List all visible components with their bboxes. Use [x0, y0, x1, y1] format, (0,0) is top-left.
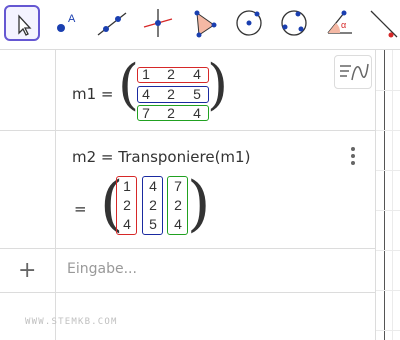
- circle-three-points-tool-icon: [281, 10, 307, 36]
- m2-cell: 4: [123, 216, 131, 232]
- line-tool-button[interactable]: [94, 5, 130, 41]
- algebra-input-field[interactable]: Eingabe...: [67, 261, 137, 277]
- algebra-input-row[interactable]: + Eingabe...: [0, 249, 375, 293]
- style-bar-toggle-button[interactable]: [334, 55, 372, 89]
- graphics-gridline: [392, 50, 393, 340]
- perpendicular-line-tool-icon: [143, 9, 173, 37]
- more-options-icon[interactable]: [351, 147, 355, 165]
- graphics-view[interactable]: [375, 50, 400, 340]
- graphics-gridline: [376, 250, 400, 251]
- m2-definition: m2 = Transponiere(m1): [72, 148, 251, 166]
- m1-cell: 4: [142, 86, 150, 102]
- graphics-gridline: [376, 210, 400, 211]
- add-icon[interactable]: +: [18, 258, 36, 283]
- algebra-row-m2[interactable]: m2 = Transponiere(m1) = ( ) 1 4 7 2 2 2 …: [0, 131, 375, 249]
- m2-cell: 5: [149, 216, 157, 232]
- m1-cell: 4: [193, 105, 201, 121]
- circle-center-point-tool-button[interactable]: [231, 5, 267, 41]
- m1-label: m1 =: [72, 85, 114, 103]
- m1-cell: 4: [193, 66, 201, 82]
- toolbar: A α: [0, 0, 400, 50]
- angle-alpha-label: α: [341, 20, 346, 30]
- watermark: WWW.STEMKB.COM: [25, 317, 118, 327]
- angle-tool-button[interactable]: α: [322, 5, 358, 41]
- line-tool-icon: [97, 12, 127, 36]
- m1-left-paren: (: [118, 53, 140, 116]
- m1-cell: 2: [167, 86, 175, 102]
- m1-cell: 7: [142, 105, 150, 121]
- algebra-row-m1[interactable]: m1 = ( ) 1 2 4 4 2 5 7 2 4: [0, 50, 375, 131]
- m2-right-paren: ): [187, 169, 211, 239]
- graphics-axis: [384, 50, 385, 340]
- polygon-tool-button[interactable]: [186, 5, 222, 41]
- circle-three-points-tool-button[interactable]: [276, 5, 312, 41]
- m1-cell: 1: [142, 66, 150, 82]
- graphics-gridline: [376, 290, 400, 291]
- point-tool-icon: A: [57, 13, 76, 32]
- graphics-gridline: [376, 330, 400, 331]
- algebra-view: m1 = ( ) 1 2 4 4 2 5 7 2 4 m2 = Transpon…: [0, 50, 375, 340]
- m2-cell: 4: [174, 216, 182, 232]
- m2-cell: 2: [123, 197, 131, 213]
- reflect-tool-button[interactable]: [367, 5, 400, 41]
- move-tool-button[interactable]: [4, 5, 40, 41]
- algebra-style-bar-icon: [340, 63, 369, 81]
- point-label-text: A: [68, 13, 76, 25]
- m2-cell: 7: [174, 178, 182, 194]
- reflect-tool-icon: [370, 10, 398, 38]
- graphics-gridline: [376, 130, 400, 131]
- m2-cell: 1: [123, 178, 131, 194]
- circle-center-point-tool-icon: [236, 10, 262, 36]
- m1-right-paren: ): [207, 53, 229, 116]
- point-tool-button[interactable]: A: [47, 5, 83, 41]
- perpendicular-line-tool-button[interactable]: [140, 5, 176, 41]
- m2-cell: 2: [149, 197, 157, 213]
- m1-cell: 5: [193, 86, 201, 102]
- move-tool-icon: [18, 14, 32, 36]
- angle-tool-icon: α: [327, 10, 352, 34]
- m2-equals: =: [74, 200, 87, 218]
- m2-cell: 2: [174, 197, 182, 213]
- graphics-gridline: [376, 170, 400, 171]
- m1-cell: 2: [167, 66, 175, 82]
- graphics-gridline: [376, 90, 400, 91]
- m1-cell: 2: [167, 105, 175, 121]
- polygon-tool-icon: [194, 10, 217, 38]
- m2-cell: 4: [149, 178, 157, 194]
